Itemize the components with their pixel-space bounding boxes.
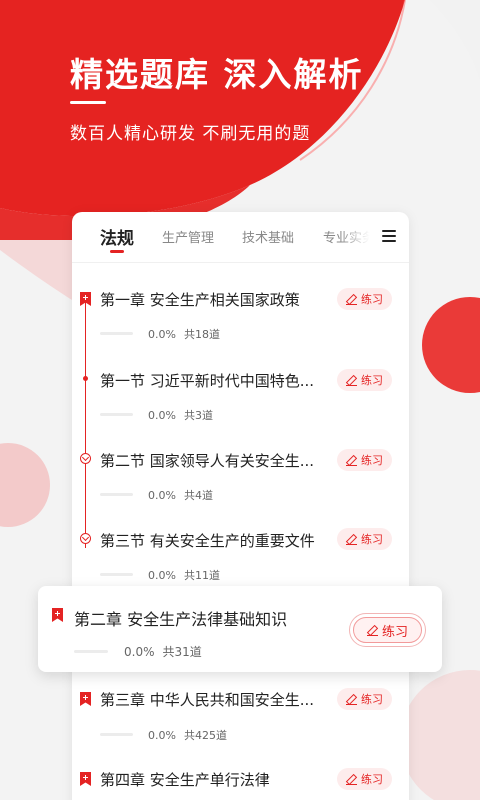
hero-title: 精选题库 深入解析	[70, 55, 364, 94]
section-title[interactable]: 第二节 国家领导人有关安全生...	[100, 450, 314, 471]
section-title[interactable]: 第三节 有关安全生产的重要文件	[100, 530, 315, 551]
section-stats: 0.0% 共11道	[148, 569, 220, 582]
section-stats: 0.0% 共3道	[148, 409, 213, 422]
chapter-stats: 0.0% 共31道	[124, 645, 202, 659]
chapter-stats: 0.0% 共425道	[148, 729, 227, 742]
question-bank-card: 法规 生产管理 技术基础 专业实务 第一章 安全生产相关国家政策 0.0%共18…	[72, 212, 409, 800]
tab-technical-basics[interactable]: 技术基础	[242, 227, 294, 246]
expand-chevron-icon[interactable]	[80, 533, 91, 544]
chapter-title[interactable]: 第三章 中华人民共和国安全生...	[100, 689, 314, 710]
hero-divider	[70, 101, 106, 104]
timeline-dot	[83, 376, 88, 381]
practice-button[interactable]: 练习	[337, 688, 392, 710]
active-tab-indicator	[110, 250, 124, 253]
tab-production-management[interactable]: 生产管理	[162, 227, 214, 246]
practice-button[interactable]: 练习	[337, 369, 392, 391]
pencil-icon	[346, 455, 357, 466]
practice-button[interactable]: 练习	[337, 768, 392, 790]
chapter-title[interactable]: 第四章 安全生产单行法律	[100, 769, 270, 790]
pencil-icon	[346, 294, 357, 305]
progress-bar	[100, 493, 133, 496]
highlighted-chapter-card[interactable]: 第二章 安全生产法律基础知识 0.0% 共31道 练习	[38, 586, 442, 672]
section-stats: 0.0% 共4道	[148, 489, 213, 502]
chapter-title[interactable]: 第二章 安全生产法律基础知识	[74, 606, 287, 630]
chapter-title[interactable]: 第一章 安全生产相关国家政策	[100, 289, 300, 310]
progress-bar	[100, 573, 133, 576]
tab-fade	[340, 212, 382, 262]
pencil-icon	[346, 375, 357, 386]
expand-chevron-icon[interactable]	[80, 453, 91, 464]
chapter-timeline	[85, 302, 86, 548]
pencil-icon	[366, 625, 378, 636]
pencil-icon	[346, 534, 357, 545]
practice-button[interactable]: 练习	[337, 528, 392, 550]
progress-bar	[100, 733, 133, 736]
tab-divider	[72, 262, 409, 263]
practice-button[interactable]: 练习	[353, 617, 422, 643]
menu-icon[interactable]	[382, 230, 396, 242]
bookmark-icon	[52, 608, 63, 622]
progress-bar	[74, 650, 108, 653]
tab-regulations[interactable]: 法规	[100, 224, 134, 249]
practice-button[interactable]: 练习	[337, 288, 392, 310]
section-title[interactable]: 第一节 习近平新时代中国特色...	[100, 370, 314, 391]
practice-button[interactable]: 练习	[337, 449, 392, 471]
bookmark-icon	[80, 692, 91, 706]
progress-bar	[100, 413, 133, 416]
progress-bar	[100, 332, 133, 335]
bookmark-icon	[80, 772, 91, 786]
hero-subtitle: 数百人精心研发 不刷无用的题	[70, 124, 311, 144]
category-tabs: 法规 生产管理 技术基础 专业实务	[72, 212, 409, 262]
pencil-icon	[346, 774, 357, 785]
pencil-icon	[346, 694, 357, 705]
chapter-stats: 0.0% 共18道	[148, 328, 220, 341]
